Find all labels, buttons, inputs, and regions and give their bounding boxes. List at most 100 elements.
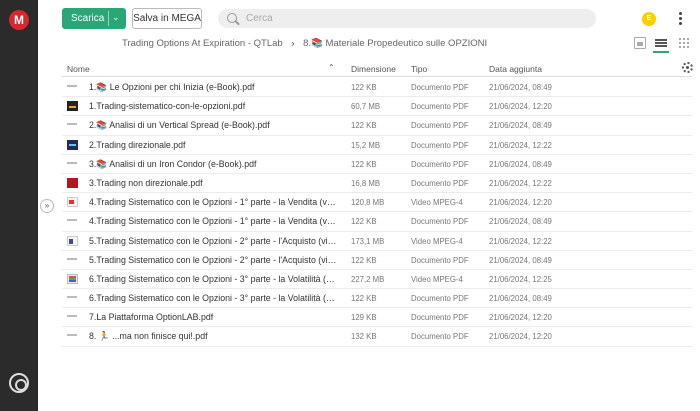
breadcrumb-parent[interactable]: Trading Options At Expiration - QTLab <box>122 38 283 49</box>
more-options-icon[interactable] <box>677 12 683 26</box>
column-type[interactable]: Tipo <box>411 64 427 74</box>
file-size: 122 KB <box>351 217 377 227</box>
file-name[interactable]: 6.Trading Sistematico con le Opzioni - 3… <box>89 274 337 284</box>
file-size: 122 KB <box>351 255 377 265</box>
save-to-mega-button[interactable]: Salva in MEGA <box>132 8 202 29</box>
table-row[interactable]: 5.Trading Sistematico con le Opzioni - 2… <box>62 251 692 270</box>
sort-up-icon[interactable]: ⌃ <box>328 63 335 72</box>
file-list: 1.📚 Le Opzioni per chi Inizia (e-Book).p… <box>62 78 692 347</box>
file-name[interactable]: 4.Trading Sistematico con le Opzioni - 1… <box>89 197 337 207</box>
file-size: 15,2 MB <box>351 140 381 150</box>
file-size: 132 KB <box>351 332 377 342</box>
active-view-indicator <box>653 51 669 53</box>
file-name[interactable]: 1.Trading-sistematico-con-le-opzioni.pdf <box>89 101 337 111</box>
expand-sidebar-button[interactable]: » <box>40 199 54 213</box>
file-thumbnail-icon <box>67 101 78 112</box>
file-thumbnail-icon <box>67 257 77 260</box>
file-size: 60,7 MB <box>351 102 381 112</box>
file-type: Documento PDF <box>411 121 469 131</box>
file-name[interactable]: 2.📚 Analisi di un Vertical Spread (e-Boo… <box>89 120 337 131</box>
file-date: 21/06/2024, 12:20 <box>489 198 552 208</box>
file-date: 21/06/2024, 12:22 <box>489 140 552 150</box>
file-date: 21/06/2024, 08:49 <box>489 255 552 265</box>
file-thumbnail-icon <box>67 334 77 337</box>
table-row[interactable]: 7.La Piattaforma OptionLAB.pdf 129 KB Docu… <box>62 308 692 328</box>
table-row[interactable]: 2.Trading direzionale.pdf 15,2 MB Document… <box>62 136 692 155</box>
file-type: Documento PDF <box>411 217 469 227</box>
file-thumbnail-icon <box>67 161 77 164</box>
table-row[interactable]: 2.📚 Analisi di un Vertical Spread (e-Boo… <box>62 116 692 136</box>
table-header: Nome ⌃ Dimensione Tipo Data aggiunta <box>62 60 692 77</box>
file-thumbnail-icon <box>67 296 77 299</box>
file-type: Documento PDF <box>411 159 469 169</box>
file-size: 129 KB <box>351 313 377 323</box>
file-date: 21/06/2024, 12:20 <box>489 102 552 112</box>
file-date: 21/06/2024, 08:49 <box>489 217 552 227</box>
table-row[interactable]: 4.Trading Sistematico con le Opzioni - 1… <box>62 193 692 213</box>
file-date: 21/06/2024, 08:49 <box>489 83 552 92</box>
thumbnail-view-icon[interactable] <box>634 37 646 49</box>
search-icon <box>227 13 237 23</box>
list-view-icon[interactable] <box>655 37 667 49</box>
file-name[interactable]: 4.Trading Sistematico con le Opzioni - 1… <box>89 216 337 226</box>
file-type: Documento PDF <box>411 332 469 342</box>
file-name[interactable]: 1.📚 Le Opzioni per chi Inizia (e-Book).p… <box>89 82 337 93</box>
file-size: 122 KB <box>351 294 377 304</box>
column-size[interactable]: Dimensione <box>351 64 396 74</box>
file-type: Video MPEG-4 <box>411 274 463 284</box>
search-bar[interactable] <box>218 9 596 28</box>
column-name[interactable]: Nome <box>67 64 90 74</box>
file-name[interactable]: 3.Trading non direzionale.pdf <box>89 178 337 188</box>
table-row[interactable]: 3.Trading non direzionale.pdf 16,8 MB Docu… <box>62 174 692 194</box>
table-row[interactable]: 1.Trading-sistematico-con-le-opzioni.pdf… <box>62 97 692 117</box>
table-row[interactable]: 3.📚 Analisi di un Iron Condor (e-Book).p… <box>62 155 692 174</box>
file-type: Video MPEG-4 <box>411 236 463 246</box>
avatar[interactable]: E <box>642 12 656 26</box>
file-name[interactable]: 8. 🏃 ...ma non finisce qui!.pdf <box>89 331 337 342</box>
file-date: 21/06/2024, 12:22 <box>489 236 552 246</box>
mega-logo-icon[interactable]: M <box>9 10 29 30</box>
file-date: 21/06/2024, 08:49 <box>489 121 552 131</box>
file-name[interactable]: 2.Trading direzionale.pdf <box>89 140 337 150</box>
file-type: Documento PDF <box>411 102 469 112</box>
file-name[interactable]: 5.Trading Sistematico con le Opzioni - 2… <box>89 236 337 246</box>
table-row[interactable]: 6.Trading Sistematico con le Opzioni - 3… <box>62 289 692 309</box>
file-date: 21/06/2024, 12:22 <box>489 178 552 188</box>
table-row[interactable]: 5.Trading Sistematico con le Opzioni - 2… <box>62 232 692 251</box>
search-input[interactable] <box>246 11 566 26</box>
column-date[interactable]: Data aggiunta <box>489 64 542 74</box>
table-row[interactable]: 6.Trading Sistematico con le Opzioni - 3… <box>62 270 692 290</box>
file-thumbnail-icon <box>67 315 77 318</box>
file-type: Video MPEG-4 <box>411 198 463 208</box>
table-row[interactable]: 8. 🏃 ...ma non finisce qui!.pdf 132 KB Doc… <box>62 327 692 347</box>
file-size: 16,8 MB <box>351 178 381 188</box>
file-thumbnail-icon <box>67 235 78 246</box>
grid-view-icon[interactable] <box>678 37 690 49</box>
breadcrumb-separator: › <box>291 38 295 49</box>
left-sidebar: M <box>0 0 38 411</box>
file-thumbnail-icon <box>67 197 78 208</box>
file-name[interactable]: 5.Trading Sistematico con le Opzioni - 2… <box>89 255 337 265</box>
file-thumbnail-icon <box>67 139 78 150</box>
file-size: 122 KB <box>351 159 377 169</box>
file-date: 21/06/2024, 08:49 <box>489 294 552 304</box>
download-divider <box>108 11 109 26</box>
chevron-down-icon[interactable]: ⌄ <box>112 12 120 23</box>
file-name[interactable]: 3.📚 Analisi di un Iron Condor (e-Book).p… <box>89 159 337 170</box>
file-date: 21/06/2024, 12:20 <box>489 313 552 323</box>
table-row[interactable]: 4.Trading Sistematico con le Opzioni - 1… <box>62 212 692 232</box>
download-button[interactable]: Scarica ⌄ <box>62 8 126 29</box>
file-name[interactable]: 6.Trading Sistematico con le Opzioni - 3… <box>89 293 337 303</box>
file-type: Documento PDF <box>411 313 469 323</box>
transfer-manager-icon[interactable] <box>9 373 29 393</box>
file-size: 122 KB <box>351 83 377 92</box>
file-thumbnail-icon <box>67 273 78 284</box>
view-switcher <box>634 37 690 53</box>
file-type: Documento PDF <box>411 178 469 188</box>
file-type: Documento PDF <box>411 140 469 150</box>
table-row[interactable]: 1.📚 Le Opzioni per chi Inizia (e-Book).p… <box>62 78 692 98</box>
file-date: 21/06/2024, 12:25 <box>489 274 552 284</box>
column-settings-icon[interactable] <box>682 62 693 73</box>
file-thumbnail-icon <box>67 85 77 87</box>
file-name[interactable]: 7.La Piattaforma OptionLAB.pdf <box>89 312 337 322</box>
